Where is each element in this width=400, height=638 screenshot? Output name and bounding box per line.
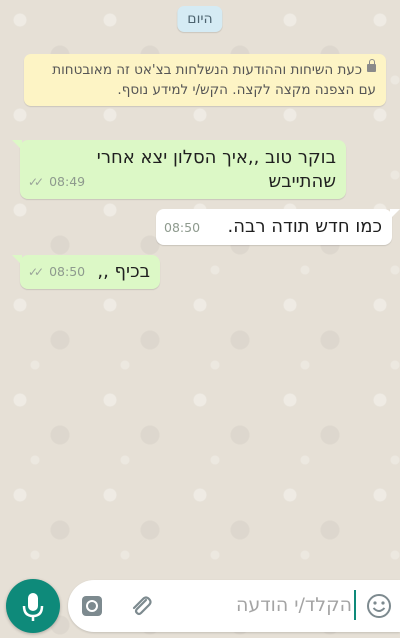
attach-button[interactable] [128, 593, 154, 619]
message-meta: 08:50 [164, 216, 200, 240]
camera-button[interactable] [80, 594, 104, 618]
voice-message-button[interactable] [6, 579, 60, 633]
emoji-icon [367, 594, 391, 618]
message-input[interactable]: הקלד/י הודעה [236, 594, 352, 616]
lock-icon [367, 59, 376, 72]
attachment-icon [132, 596, 152, 616]
message-time: 08:50 [164, 220, 201, 235]
message-text: בכיף ,, [97, 261, 150, 282]
message-meta: ✓✓ 08:50 [28, 260, 85, 284]
message-text: כמו חדש תודה רבה. [227, 216, 382, 237]
text-cursor [354, 590, 356, 620]
read-ticks-icon: ✓✓ [28, 175, 44, 189]
camera-icon [82, 596, 102, 616]
message-bubble[interactable]: כמו חדש תודה רבה. 08:50 [156, 209, 400, 245]
message-meta: ✓✓ 08:49 [28, 170, 85, 194]
message-time: 08:49 [49, 174, 86, 189]
message-bubble[interactable]: בוקר טוב ,,איך הסלון יצא אחרי שהתייבש ✓✓… [12, 140, 346, 199]
message-bubble[interactable]: בכיף ,, ✓✓ 08:50 [12, 255, 160, 289]
message-time: 08:50 [49, 264, 86, 279]
message-text: בוקר טוב ,,איך הסלון יצא אחרי שהתייבש [96, 147, 336, 192]
date-separator: היום [177, 6, 223, 32]
read-ticks-icon: ✓✓ [28, 265, 44, 279]
emoji-button[interactable] [366, 593, 392, 619]
encryption-notice[interactable]: כעת השיחות וההודעות הנשלחות בצ'אט זה מאו… [24, 54, 386, 106]
microphone-icon [22, 593, 44, 621]
encryption-notice-text: כעת השיחות וההודעות הנשלחות בצ'אט זה מאו… [52, 62, 376, 98]
